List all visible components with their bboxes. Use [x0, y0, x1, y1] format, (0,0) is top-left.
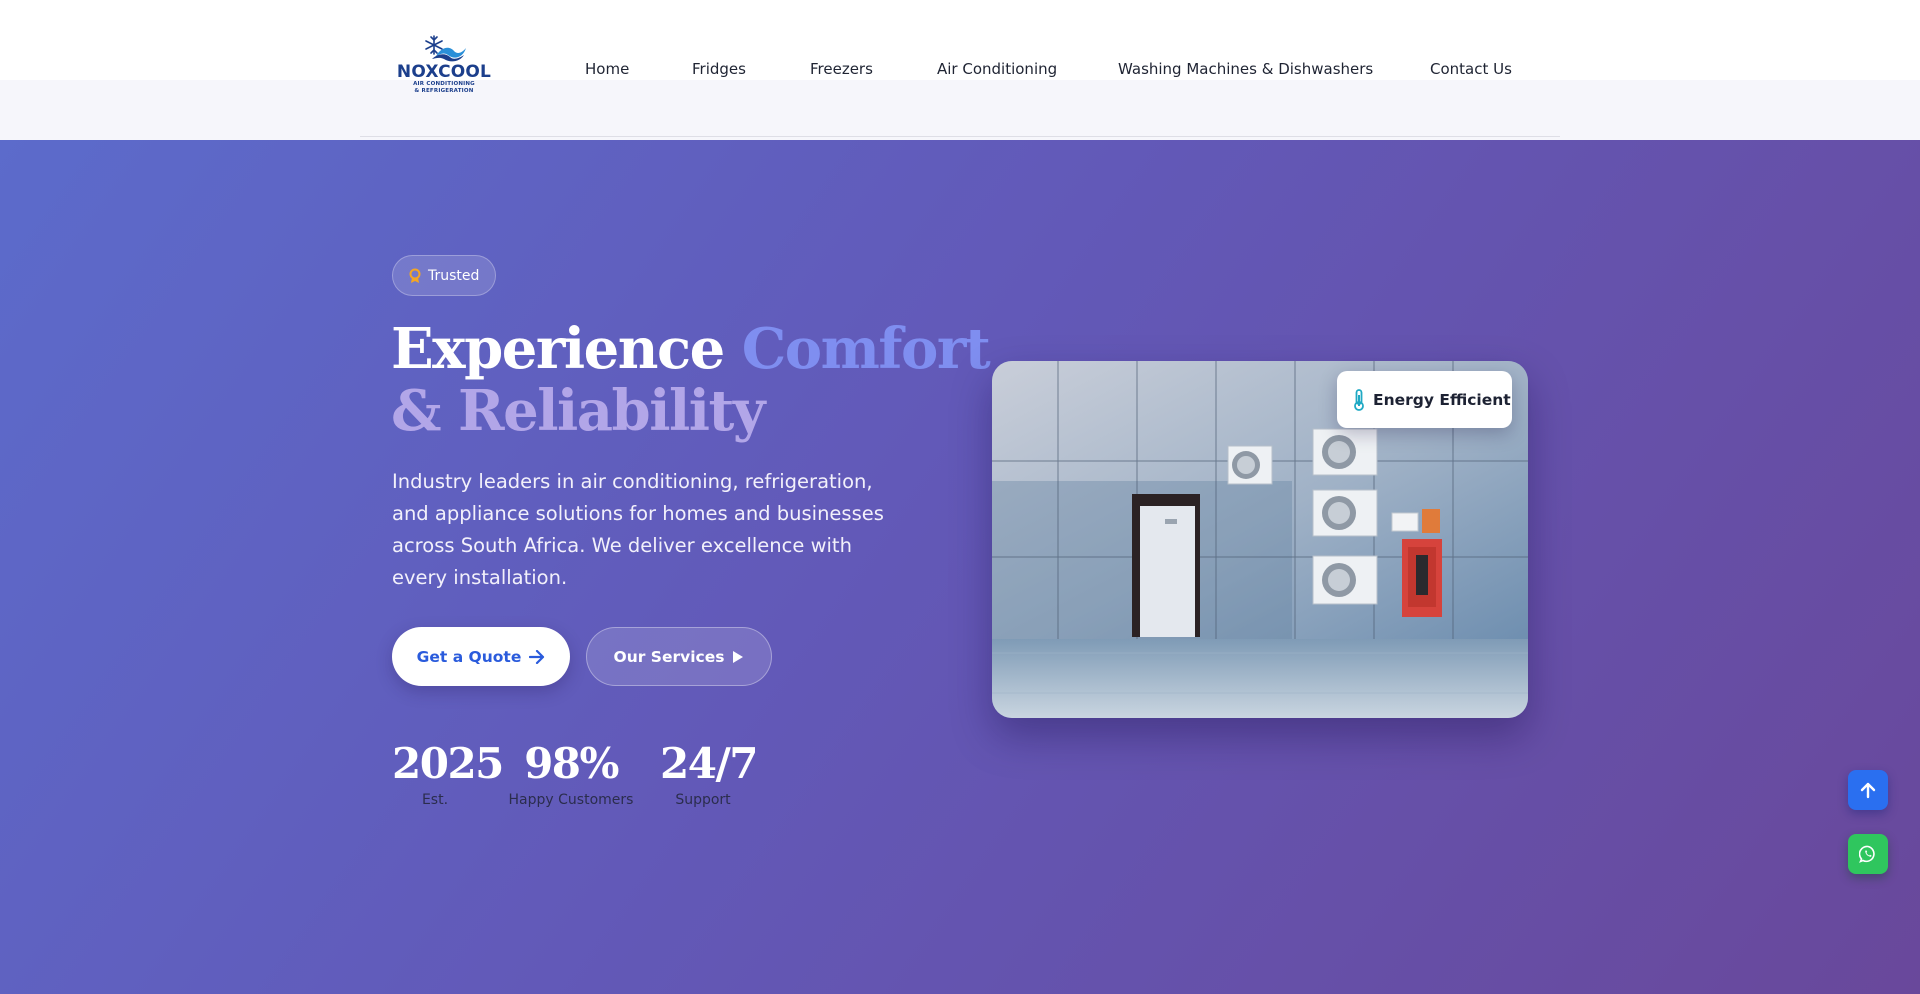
stat-value: 24/7 [660, 739, 759, 788]
award-icon [409, 268, 421, 283]
stat-happy-customers: 98% Happy Customers [506, 739, 636, 809]
nav-contact-us[interactable]: Contact Us [1430, 58, 1512, 80]
stat-value: 98% [524, 739, 619, 788]
hero-headline: Experience Comfort & Reliability [391, 318, 991, 442]
stat-label: Est. [421, 792, 449, 808]
headline-part-1: Experience [391, 316, 742, 382]
arrow-up-icon [1860, 782, 1876, 799]
hero-section: Trusted Experience Comfort & Reliability… [0, 140, 1920, 994]
play-icon [733, 650, 744, 663]
energy-efficient-badge: Energy Efficient [1337, 371, 1512, 428]
stat-value: 2025 [392, 739, 504, 788]
nav-washing-machines-dishwashers[interactable]: Washing Machines & Dishwashers [1118, 58, 1373, 80]
stat-established: 2025 Est. [392, 739, 504, 809]
nav-air-conditioning[interactable]: Air Conditioning [937, 58, 1057, 80]
get-a-quote-button[interactable]: Get a Quote [392, 627, 570, 686]
scroll-to-top-button[interactable] [1848, 770, 1888, 810]
stat-support: 24/7 Support [660, 739, 759, 809]
main-nav: Home Fridges Freezers Air Conditioning W… [0, 58, 1920, 82]
arrow-right-icon [529, 649, 545, 664]
nav-freezers[interactable]: Freezers [810, 58, 873, 80]
energy-efficient-label: Energy Efficient [1373, 390, 1511, 409]
nav-fridges[interactable]: Fridges [692, 58, 746, 80]
header-band [0, 80, 1920, 140]
whatsapp-button[interactable] [1848, 834, 1888, 874]
hero-description: Industry leaders in air conditioning, re… [392, 470, 884, 589]
trusted-badge: Trusted [392, 255, 496, 296]
brand-tagline-2: & REFRIGERATION [414, 87, 474, 94]
nav-home[interactable]: Home [585, 58, 629, 80]
thermometer-icon [1354, 388, 1364, 411]
trusted-badge-label: Trusted [428, 267, 480, 284]
headline-part-3: & Reliability [391, 378, 765, 444]
our-services-label: Our Services [613, 647, 725, 666]
stat-label: Happy Customers [508, 792, 634, 808]
whatsapp-icon [1859, 845, 1875, 863]
get-a-quote-label: Get a Quote [416, 647, 522, 666]
headline-part-2: Comfort [741, 316, 991, 382]
header-divider [360, 136, 1560, 137]
stat-label: Support [675, 792, 731, 808]
our-services-button[interactable]: Our Services [586, 627, 772, 686]
